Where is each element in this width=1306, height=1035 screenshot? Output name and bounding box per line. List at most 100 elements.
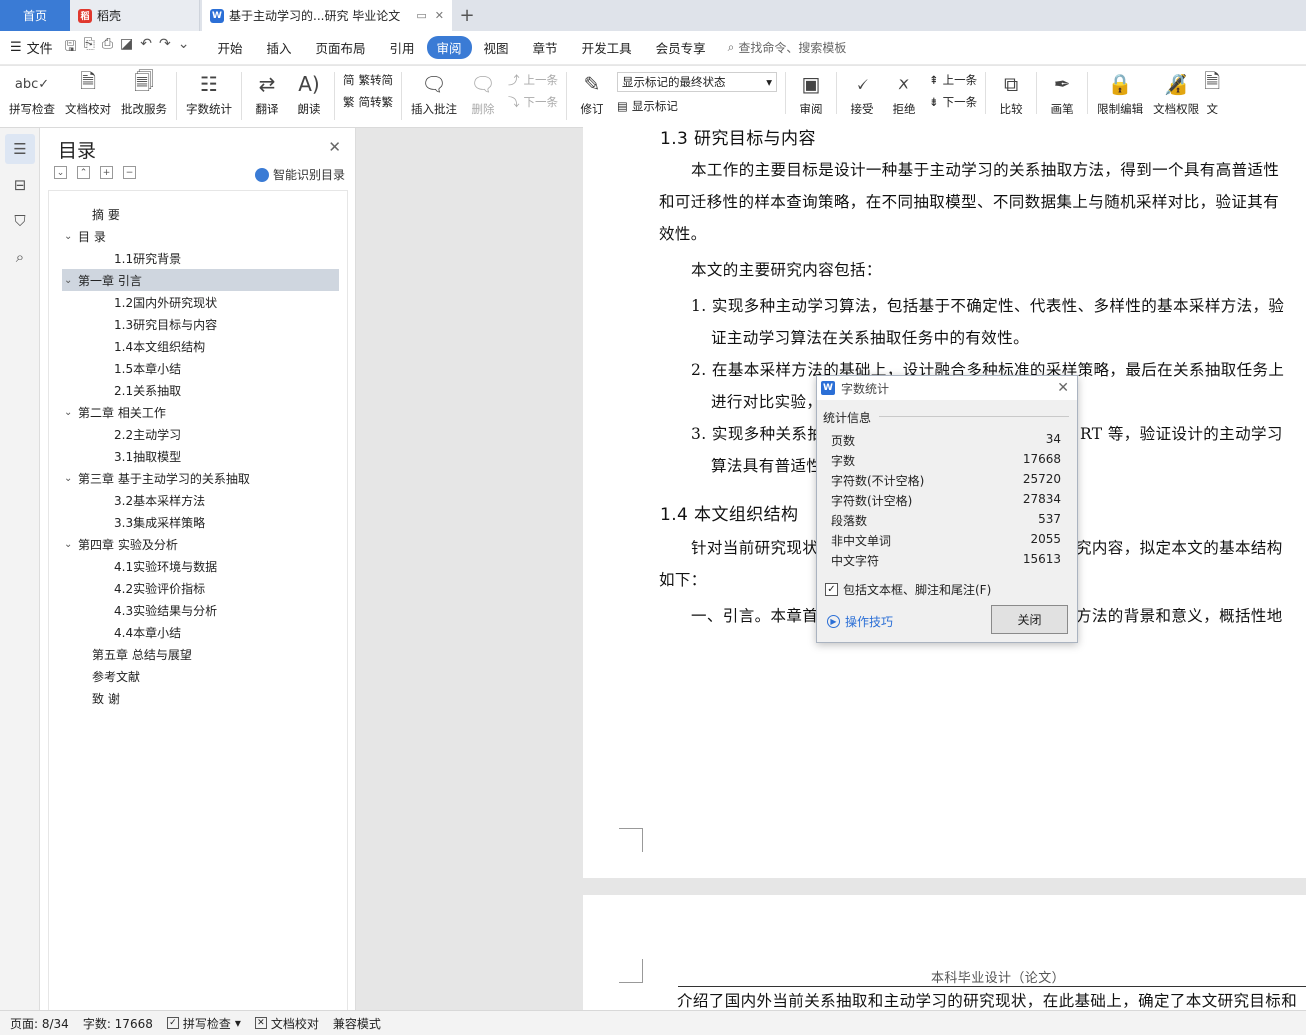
chevron-down-icon[interactable]: ⌄ bbox=[64, 407, 78, 418]
tab-home[interactable]: 首页 bbox=[0, 0, 70, 31]
show-markup-button[interactable]: ▤ 显示标记 bbox=[617, 98, 777, 114]
toc-item[interactable]: 4.3实验结果与分析 bbox=[49, 599, 347, 621]
compare-button[interactable]: ⧉ 比较 bbox=[990, 66, 1032, 117]
toc-item[interactable]: 3.1抽取模型 bbox=[49, 445, 347, 467]
close-icon[interactable]: ✕ bbox=[1057, 380, 1069, 396]
menu-tab-7[interactable]: 开发工具 bbox=[570, 38, 644, 57]
toc-item[interactable]: 4.4本章小结 bbox=[49, 621, 347, 643]
toc-item[interactable]: 参考文献 bbox=[49, 665, 347, 687]
toc-item[interactable]: 3.3集成采样策略 bbox=[49, 511, 347, 533]
chevron-down-icon[interactable]: ⌄ bbox=[64, 539, 78, 550]
toc-item[interactable]: 摘 要 bbox=[49, 203, 347, 225]
undo-icon[interactable]: ↶ bbox=[140, 36, 152, 60]
close-tab-icon[interactable]: ✕ bbox=[435, 9, 444, 22]
tips-link[interactable]: ▶ 操作技巧 bbox=[827, 613, 893, 630]
close-icon[interactable]: ✕ bbox=[328, 138, 341, 156]
expand-icon[interactable]: ⌄ bbox=[54, 166, 67, 179]
chevron-down-icon[interactable]: ⌄ bbox=[64, 275, 78, 286]
toc-item[interactable]: 4.2实验评价指标 bbox=[49, 577, 347, 599]
bookmark-icon[interactable]: ⛉ bbox=[5, 206, 35, 236]
word-count-button[interactable]: ☷ 字数统计 bbox=[181, 66, 237, 117]
spell-check-button[interactable]: abc✓ 拼写检查 bbox=[4, 66, 60, 117]
menu-tab-2[interactable]: 页面布局 bbox=[303, 38, 377, 57]
toc-item[interactable]: 致 谢 bbox=[49, 687, 347, 709]
file-menu[interactable]: ☰ 文件 bbox=[10, 38, 53, 57]
chevron-down-icon[interactable]: ⌄ bbox=[64, 231, 78, 242]
menu-tab-6[interactable]: 章节 bbox=[521, 38, 570, 57]
prev-change-button[interactable]: ⇞ 上一条 bbox=[929, 72, 977, 88]
translate-button[interactable]: ⇄ 翻译 bbox=[246, 66, 288, 117]
command-search[interactable]: ⌕ 查找命令、搜索模板 bbox=[728, 39, 847, 56]
chevron-down-icon[interactable]: ⌄ bbox=[64, 473, 78, 484]
menu-tab-4[interactable]: 审阅 bbox=[426, 36, 472, 59]
chapter-icon[interactable]: ⊟ bbox=[5, 170, 35, 200]
redo-icon[interactable]: ↷ bbox=[159, 36, 171, 60]
prev-comment-button[interactable]: ⤴ 上一条 bbox=[508, 72, 558, 88]
more-chevron-icon[interactable]: ⌄ bbox=[178, 36, 190, 60]
pen-button[interactable]: ✒ 画笔 bbox=[1041, 66, 1083, 117]
close-button[interactable]: 关闭 bbox=[991, 605, 1068, 634]
spell-check-status[interactable]: ✓ 拼写检查 ▾ bbox=[166, 1015, 241, 1032]
batch-service-button[interactable]: 🗐 批改服务 bbox=[116, 66, 172, 117]
toc-item[interactable]: 4.1实验环境与数据 bbox=[49, 555, 347, 577]
toc-item[interactable]: ⌄ 目 录 bbox=[49, 225, 347, 247]
traditional-to-simplified-button[interactable]: 简繁转简 bbox=[343, 72, 393, 88]
read-aloud-button[interactable]: A) 朗读 bbox=[288, 66, 330, 117]
toc-item[interactable]: 3.2基本采样方法 bbox=[49, 489, 347, 511]
restrict-edit-button[interactable]: 🔒 限制编辑 bbox=[1092, 66, 1148, 117]
dialog-titlebar[interactable]: W 字数统计 ✕ bbox=[817, 376, 1077, 400]
tab-document[interactable]: W 基于主动学习的...研究 毕业论文 ▭ ✕ bbox=[202, 0, 452, 31]
collapse-icon[interactable]: ⌃ bbox=[77, 166, 90, 179]
insert-comment-button[interactable]: 🗨 插入批注 bbox=[406, 66, 462, 117]
menu-tab-8[interactable]: 会员专享 bbox=[644, 38, 718, 57]
toc-item[interactable]: 第五章 总结与展望 bbox=[49, 643, 347, 665]
next-comment-button[interactable]: ⤵ 下一条 bbox=[508, 94, 558, 110]
toc-item[interactable]: 1.1研究背景 bbox=[49, 247, 347, 269]
reject-button[interactable]: 🗴 拒绝 bbox=[883, 66, 925, 117]
toc-icon[interactable]: ☰ bbox=[5, 134, 35, 164]
doc-rights-button[interactable]: 🔏 文档权限 bbox=[1148, 66, 1204, 117]
proofread-status[interactable]: ✕ 文档校对 bbox=[254, 1015, 319, 1032]
revise-button[interactable]: ✎ 修订 bbox=[571, 66, 613, 117]
menu-items: 开始 插入 页面布局 引用 审阅 视图 章节 开发工具 会员专享 bbox=[205, 36, 717, 59]
page-indicator[interactable]: 页面: 8/34 bbox=[10, 1015, 69, 1032]
toc-item[interactable]: 2.2主动学习 bbox=[49, 423, 347, 445]
new-tab-button[interactable]: + bbox=[452, 0, 482, 31]
toc-item[interactable]: ⌄ 第三章 基于主动学习的关系抽取 bbox=[49, 467, 347, 489]
delete-comment-button[interactable]: 🗨 删除 bbox=[462, 66, 504, 117]
remove-level-icon[interactable]: − bbox=[123, 166, 136, 179]
toc-item[interactable]: ⌄ 第一章 引言 bbox=[62, 269, 339, 291]
review-pane-button[interactable]: ▣ 审阅 bbox=[790, 66, 832, 117]
toc-item[interactable]: 2.1关系抽取 bbox=[49, 379, 347, 401]
search-icon[interactable]: ⌕ bbox=[5, 242, 35, 272]
paragraph-line: 究内容，拟定本文的基本结构 bbox=[1076, 539, 1283, 557]
smart-toc-button[interactable]: 智能识别目录 bbox=[254, 166, 345, 183]
export-icon[interactable]: ⎘ bbox=[84, 36, 95, 60]
accept-button[interactable]: 🗸 接受 bbox=[841, 66, 883, 117]
menu-tab-5[interactable]: 视图 bbox=[472, 38, 521, 57]
menu-tab-3[interactable]: 引用 bbox=[378, 38, 427, 57]
save-icon[interactable]: 🖫 bbox=[65, 36, 77, 60]
toc-item[interactable]: ⌄ 第二章 相关工作 bbox=[49, 401, 347, 423]
more-ribbon-button[interactable]: 🗎 文 bbox=[1204, 66, 1220, 117]
markup-state-select[interactable]: 显示标记的最终状态 ▾ bbox=[617, 72, 777, 92]
word-count-indicator[interactable]: 字数: 17668 bbox=[83, 1015, 153, 1032]
next-change-button[interactable]: ⇟ 下一条 bbox=[929, 94, 977, 110]
monitor-icon[interactable]: ▭ bbox=[416, 9, 426, 22]
tab-daoke[interactable]: 稻 稻壳 bbox=[70, 0, 200, 31]
toc-item[interactable]: 1.2国内外研究现状 bbox=[49, 291, 347, 313]
print-icon[interactable]: ⎙ bbox=[102, 36, 113, 60]
simplified-to-traditional-button[interactable]: 繁简转繁 bbox=[343, 94, 393, 110]
include-textbox-checkbox[interactable]: ✓ 包括文本框、脚注和尾注(F) bbox=[825, 581, 991, 598]
toc-item[interactable]: ⌄ 第四章 实验及分析 bbox=[49, 533, 347, 555]
add-level-icon[interactable]: + bbox=[100, 166, 113, 179]
toc-item[interactable]: 1.5本章小结 bbox=[49, 357, 347, 379]
proofread-button[interactable]: 🗎 文档校对 bbox=[60, 66, 116, 117]
menu-tab-0[interactable]: 开始 bbox=[205, 38, 254, 57]
menu-tab-1[interactable]: 插入 bbox=[254, 38, 303, 57]
toc-item[interactable]: 1.3研究目标与内容 bbox=[49, 313, 347, 335]
document-page-next[interactable]: 本科毕业设计（论文） 介绍了国内外当前关系抽取和主动学习的研究现状，在此基础上，… bbox=[583, 895, 1306, 1010]
toc-item[interactable]: 1.4本文组织结构 bbox=[49, 335, 347, 357]
preview-icon[interactable]: ◪ bbox=[120, 36, 133, 60]
comment-plus-icon: 🗨 bbox=[421, 72, 447, 96]
